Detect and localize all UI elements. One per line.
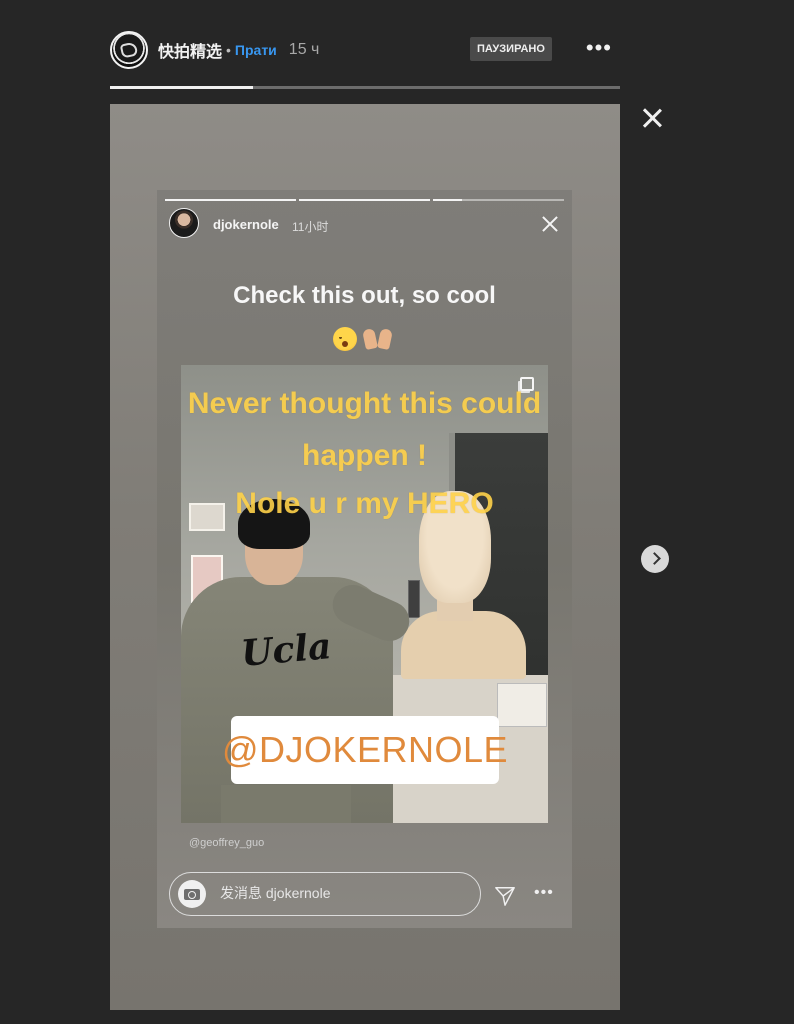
inner-progress-bar bbox=[165, 199, 564, 201]
photo-credit: @geoffrey_guo bbox=[189, 837, 265, 849]
story-media[interactable]: djokernole 11小时 Check this out, so cool … bbox=[110, 104, 620, 1010]
inner-avatar bbox=[169, 208, 199, 238]
mention-sticker-text: @DJOKERNOLE bbox=[221, 729, 509, 770]
astonished-face-emoji-icon bbox=[333, 327, 357, 351]
story-progress-fill bbox=[110, 86, 253, 89]
hoodie-logo: Ucla bbox=[239, 625, 333, 675]
separator-dot: • bbox=[226, 42, 231, 58]
person-pants bbox=[221, 785, 351, 823]
inner-progress-segment bbox=[165, 199, 296, 201]
overlay-text-line: Nole u r my HERO bbox=[235, 487, 494, 520]
follow-button[interactable]: Прати bbox=[235, 42, 277, 58]
story-header: 快拍精选 • Прати 15 ч ПАУЗИРАНО ••• bbox=[110, 30, 620, 70]
overlay-text-line: Never thought this could bbox=[187, 387, 542, 420]
bust-shoulders bbox=[401, 611, 526, 679]
message-bar: 发消息 djokernole bbox=[169, 872, 481, 916]
chevron-right-icon[interactable] bbox=[641, 545, 669, 573]
account-username[interactable]: 快拍精选 bbox=[158, 38, 222, 62]
caption-emojis bbox=[333, 327, 393, 351]
inner-username: djokernole bbox=[213, 217, 279, 232]
message-input: 发消息 djokernole bbox=[220, 885, 331, 901]
inner-more-icon: ••• bbox=[534, 884, 554, 901]
inner-timestamp: 11小时 bbox=[292, 220, 329, 234]
story-timestamp: 15 ч bbox=[288, 41, 320, 58]
overlay-text-line: happen ! bbox=[302, 439, 427, 472]
elevator-panel bbox=[408, 580, 420, 618]
raised-hands-emoji-icon bbox=[362, 327, 393, 351]
paused-badge: ПАУЗИРАНО bbox=[470, 37, 552, 61]
inner-close-icon bbox=[541, 215, 559, 233]
send-icon bbox=[495, 887, 515, 906]
camera-icon bbox=[178, 880, 206, 908]
inner-progress-segment bbox=[299, 199, 430, 201]
mention-sticker: @DJOKERNOLE bbox=[222, 716, 508, 784]
account-avatar[interactable] bbox=[110, 31, 148, 69]
exhibit-plaque bbox=[497, 683, 547, 727]
story-caption: Check this out, so cool bbox=[233, 282, 496, 309]
more-options-button[interactable]: ••• bbox=[586, 37, 612, 59]
story-progress-bar bbox=[110, 86, 620, 89]
reposted-story-screenshot: djokernole 11小时 Check this out, so cool … bbox=[157, 190, 572, 928]
close-icon[interactable] bbox=[638, 104, 666, 132]
inner-progress-segment bbox=[433, 199, 564, 201]
story-photo: Ucla Never thought this could happen ! N… bbox=[181, 365, 548, 823]
